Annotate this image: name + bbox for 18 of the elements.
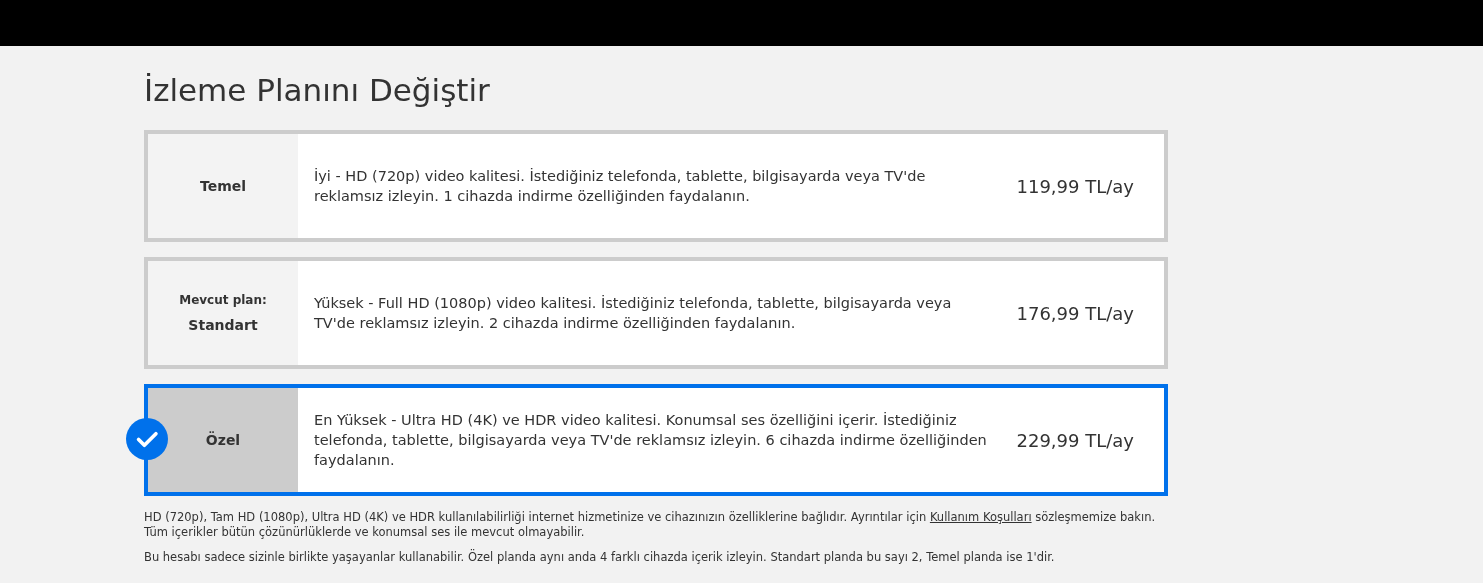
plan-price: 229,99 TL/ay [1016, 428, 1134, 453]
sharing-note: Bu hesabı sadece sizinle birlikte yaşayanlar kullanabilir. Özel planda aynı anda 4 farklı cihazda içerik izleyin. Standart planda bu sayı 2, Temel planda ise 1'dir. [144, 550, 1056, 565]
plan-description: Yüksek - Full HD (1080p) video kalitesi. İstediğiniz telefonda, tablette, bilgisayarda veya TV'de reklamsız izleyin. 2 cihazda indirme özelliğinden faydalanın. [314, 294, 953, 333]
plan-price: 176,99 TL/ay [1016, 301, 1134, 326]
plan-name: Özel [205, 430, 241, 450]
plan-price: 119,99 TL/ay [1016, 174, 1134, 199]
terms-link[interactable]: Kullanım Koşulları [929, 510, 1032, 524]
availability-note: HD (720p), Tam HD (1080p), Ultra HD (4K) ve HDR kullanılabilirliği internet hizmetinize ve cihazınızın özelliklerine bağlıdır. Ayrıntılar için Kullanım Koşulları sözleşmemize bakın. Tüm içerikler bütün çözünürlüklerde ve konumsal ses ile mevcut olmayabilir. [144, 510, 1157, 540]
plan-name: Temel [199, 176, 247, 196]
check-icon [126, 418, 168, 460]
plan-card[interactable]: Mevcut plan: Standart Yüksek - Full HD (1080p) video kalitesi. İstediğiniz telefonda, tablette, bilgisayarda veya TV'de reklamsız izleyin. 2 cihazda indirme özelliğinden faydalanın. 176,99 TL/ay [144, 257, 1168, 369]
plan-description: İyi - HD (720p) video kalitesi. İstediğiniz telefonda, tablette, bilgisayarda veya TV'de reklamsız izleyin. 1 cihazda indirme özelliğinden faydalanın. [314, 167, 927, 206]
current-plan-label: Mevcut plan: [179, 291, 267, 309]
page-title: İzleme Planını Değiştir [144, 71, 491, 110]
plan-card[interactable] [144, 384, 1168, 496]
plan-name: Standart [188, 315, 258, 335]
plan-card[interactable]: Temel İyi - HD (720p) video kalitesi. İstediğiniz telefonda, tablette, bilgisayarda veya TV'de reklamsız izleyin. 1 cihazda indirme özelliğinden faydalanın. 119,99 TL/ay [144, 130, 1168, 242]
plan-description: En Yüksek - Ultra HD (4K) ve HDR video kalitesi. Konumsal ses özelliğini içerir. İstediğiniz telefonda, tablette, bilgisayarda veya TV'de reklamsız izleyin. 6 cihazda indirme özelliğinden faydalanın. [314, 411, 988, 470]
